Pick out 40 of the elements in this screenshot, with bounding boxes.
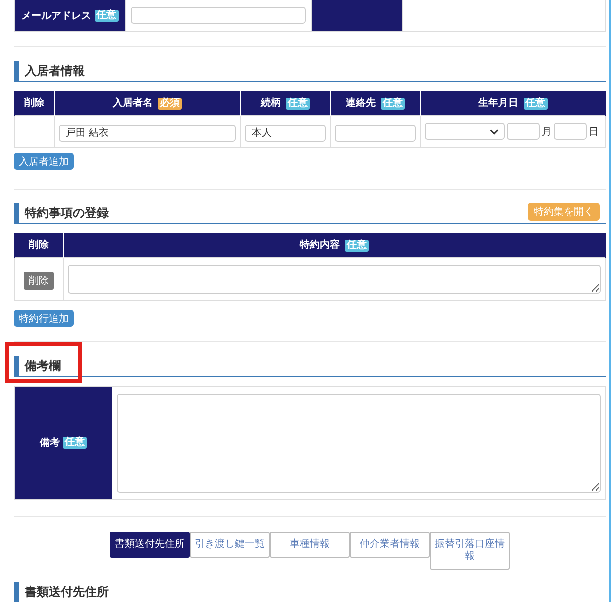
column-header-label: 削除 [24, 98, 44, 109]
terms-textarea[interactable] [68, 264, 601, 294]
add-terms-row-button[interactable]: 特約行追加 [14, 310, 74, 327]
add-resident-button[interactable]: 入居者追加 [14, 153, 74, 170]
optional-tag: 任意 [63, 437, 87, 449]
chevron-down-icon [490, 128, 499, 134]
month-unit: 月 [542, 126, 552, 138]
optional-tag: 任意 [286, 98, 310, 110]
tab[interactable]: 車種情報 [270, 532, 350, 558]
column-header-label: 削除 [29, 240, 49, 251]
section-title: 備考欄 [14, 356, 61, 376]
optional-tag: 任意 [381, 98, 406, 110]
month-input[interactable] [507, 123, 540, 140]
field-label: 備考 [40, 436, 60, 450]
day-input[interactable] [554, 123, 587, 140]
name-input[interactable]: 戸田 結衣 [59, 124, 236, 142]
email-input[interactable] [131, 7, 306, 24]
year-select[interactable] [425, 123, 505, 140]
day-unit: 日 [589, 126, 599, 138]
tab[interactable]: 振替引落口座情報 [430, 532, 510, 570]
tab[interactable]: 引き渡し鍵一覧 [190, 532, 270, 558]
contact-input[interactable] [335, 125, 416, 142]
optional-tag: 任意 [345, 240, 370, 252]
optional-tag: 任意 [94, 10, 118, 22]
required-tag: 必須 [158, 98, 182, 110]
section-title: 書類送付先住所 [14, 582, 109, 602]
column-header-label: 連絡先 [346, 98, 376, 109]
column-header-label: 特約内容 [300, 240, 340, 251]
tab[interactable]: 仲介業者情報 [350, 532, 430, 558]
relation-input[interactable]: 本人 [245, 124, 326, 142]
delete-button[interactable]: 削除 [24, 272, 54, 290]
optional-tag: 任意 [524, 98, 548, 110]
section-title: 特約事項の登録 [14, 203, 109, 223]
column-header-label: 入居者名 [112, 98, 153, 109]
tab[interactable]: 書類送付先住所 [110, 532, 190, 558]
section-title: 入居者情報 [14, 61, 85, 81]
column-header-label: 生年月日 [478, 98, 518, 109]
remarks-textarea[interactable] [117, 394, 601, 493]
column-header-label: 続柄 [260, 98, 281, 109]
field-label: メールアドレス [22, 10, 92, 22]
